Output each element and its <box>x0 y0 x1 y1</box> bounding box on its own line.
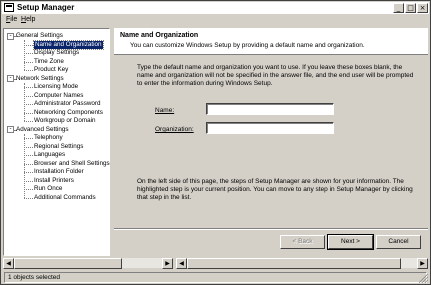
tree-connector <box>24 104 33 105</box>
tree-item[interactable]: Telephony <box>34 134 63 142</box>
tree-connector <box>24 180 33 182</box>
tree-group[interactable]: Network Settings <box>16 75 64 83</box>
tree-item[interactable]: Workgroup or Domain <box>34 117 95 125</box>
scroll-right-icon[interactable]: ▶ <box>162 258 173 269</box>
tree-group[interactable]: Advanced Settings <box>16 126 69 134</box>
tree-item[interactable]: Name and Organization <box>33 39 104 50</box>
tree-connector <box>24 95 33 97</box>
tree-item[interactable]: Additional Commands <box>34 194 96 202</box>
tree-connector <box>24 44 33 46</box>
collapse-toggle-icon[interactable]: - <box>7 126 14 133</box>
steps-tree[interactable]: - General Settings Name and Organization Di… <box>3 28 110 256</box>
tree-connector <box>24 61 33 63</box>
organization-field[interactable] <box>206 122 334 134</box>
wizard-page: Name and Organization You can customize … <box>114 28 428 256</box>
maximize-button[interactable]: □ <box>405 3 416 13</box>
tree-connector <box>24 155 33 156</box>
setup-manager-window: Setup Manager _ □ × File Help - General S… <box>0 0 431 285</box>
tree-connector <box>24 40 25 70</box>
tree-connector <box>24 172 33 173</box>
close-button[interactable]: × <box>417 3 428 13</box>
scroll-left-icon[interactable]: ◀ <box>3 258 14 269</box>
page-horizontal-scrollbar[interactable]: ◀ ▶ <box>176 257 428 269</box>
tree-connector <box>24 87 33 88</box>
tree-connector <box>24 189 33 190</box>
menu-bar: File Help <box>2 14 429 25</box>
tree-item[interactable]: Browser and Shell Settings <box>34 160 110 168</box>
collapse-toggle-icon[interactable]: - <box>7 32 14 40</box>
page-title: Name and Organization <box>120 32 199 39</box>
tree-item[interactable]: Networking Components <box>34 109 103 117</box>
button-separator <box>114 228 428 230</box>
tree-connector <box>24 112 33 114</box>
tree-item[interactable]: Computer Names <box>34 92 83 100</box>
tree-connector <box>24 197 33 199</box>
tree-item[interactable]: Run Once <box>34 185 62 193</box>
status-bar: 1 objects selected <box>2 271 429 284</box>
tree-horizontal-scrollbar[interactable]: ◀ ▶ <box>3 257 173 269</box>
tree-item[interactable]: Languages <box>34 151 65 159</box>
tree-connector <box>24 133 25 198</box>
tree-group[interactable]: General Settings <box>16 32 63 40</box>
tree-item[interactable]: Installation Folder <box>34 168 84 176</box>
page-subtitle: You can customize Windows Setup by provi… <box>130 42 365 49</box>
menu-file[interactable]: File <box>6 15 17 24</box>
collapse-toggle-icon[interactable]: - <box>7 75 14 82</box>
tree-connector <box>24 146 33 148</box>
setup-manager-app-icon[interactable] <box>4 3 14 12</box>
tree-item[interactable]: Time Zone <box>34 58 64 66</box>
tree-connector <box>24 82 25 121</box>
status-pane: 1 objects selected <box>4 272 427 283</box>
name-label: Name: <box>155 107 175 114</box>
scroll-right-icon[interactable]: ▶ <box>417 258 428 269</box>
page-header: Name and Organization You can customize … <box>114 28 428 55</box>
scroll-left-icon[interactable]: ◀ <box>176 258 187 269</box>
tree-connector <box>24 163 33 165</box>
minimize-button[interactable]: _ <box>393 3 404 13</box>
tree-item[interactable]: Display Settings <box>34 49 79 57</box>
tree-connector <box>24 138 33 139</box>
tree-item[interactable]: Administrator Password <box>34 100 101 108</box>
cancel-button[interactable]: Cancel <box>376 235 421 249</box>
help-text: On the left side of this page, the steps… <box>137 178 413 201</box>
tree-item[interactable]: Install Printers <box>34 177 74 185</box>
scrollbar-thumb[interactable] <box>187 258 401 269</box>
resize-grip-icon[interactable] <box>419 274 428 283</box>
tree-connector <box>24 121 33 122</box>
back-button[interactable]: < Back <box>280 235 325 249</box>
organization-label: Organization: <box>155 126 194 133</box>
tree-connector <box>24 53 33 54</box>
tree-connector <box>24 70 33 71</box>
menu-help[interactable]: Help <box>21 15 35 24</box>
tree-item[interactable]: Licensing Mode <box>34 83 78 91</box>
tree-item[interactable]: Regional Settings <box>34 143 83 151</box>
window-title: Setup Manager <box>17 3 75 12</box>
tree-item[interactable]: Product Key <box>34 66 68 74</box>
next-button[interactable]: Next > <box>327 234 374 250</box>
status-text: 1 objects selected <box>8 274 61 281</box>
title-bar[interactable]: Setup Manager _ □ × <box>2 2 429 14</box>
name-field[interactable] <box>206 103 334 115</box>
instructions-text: Type the default name and organization y… <box>137 64 414 87</box>
scrollbar-thumb[interactable] <box>14 258 122 269</box>
